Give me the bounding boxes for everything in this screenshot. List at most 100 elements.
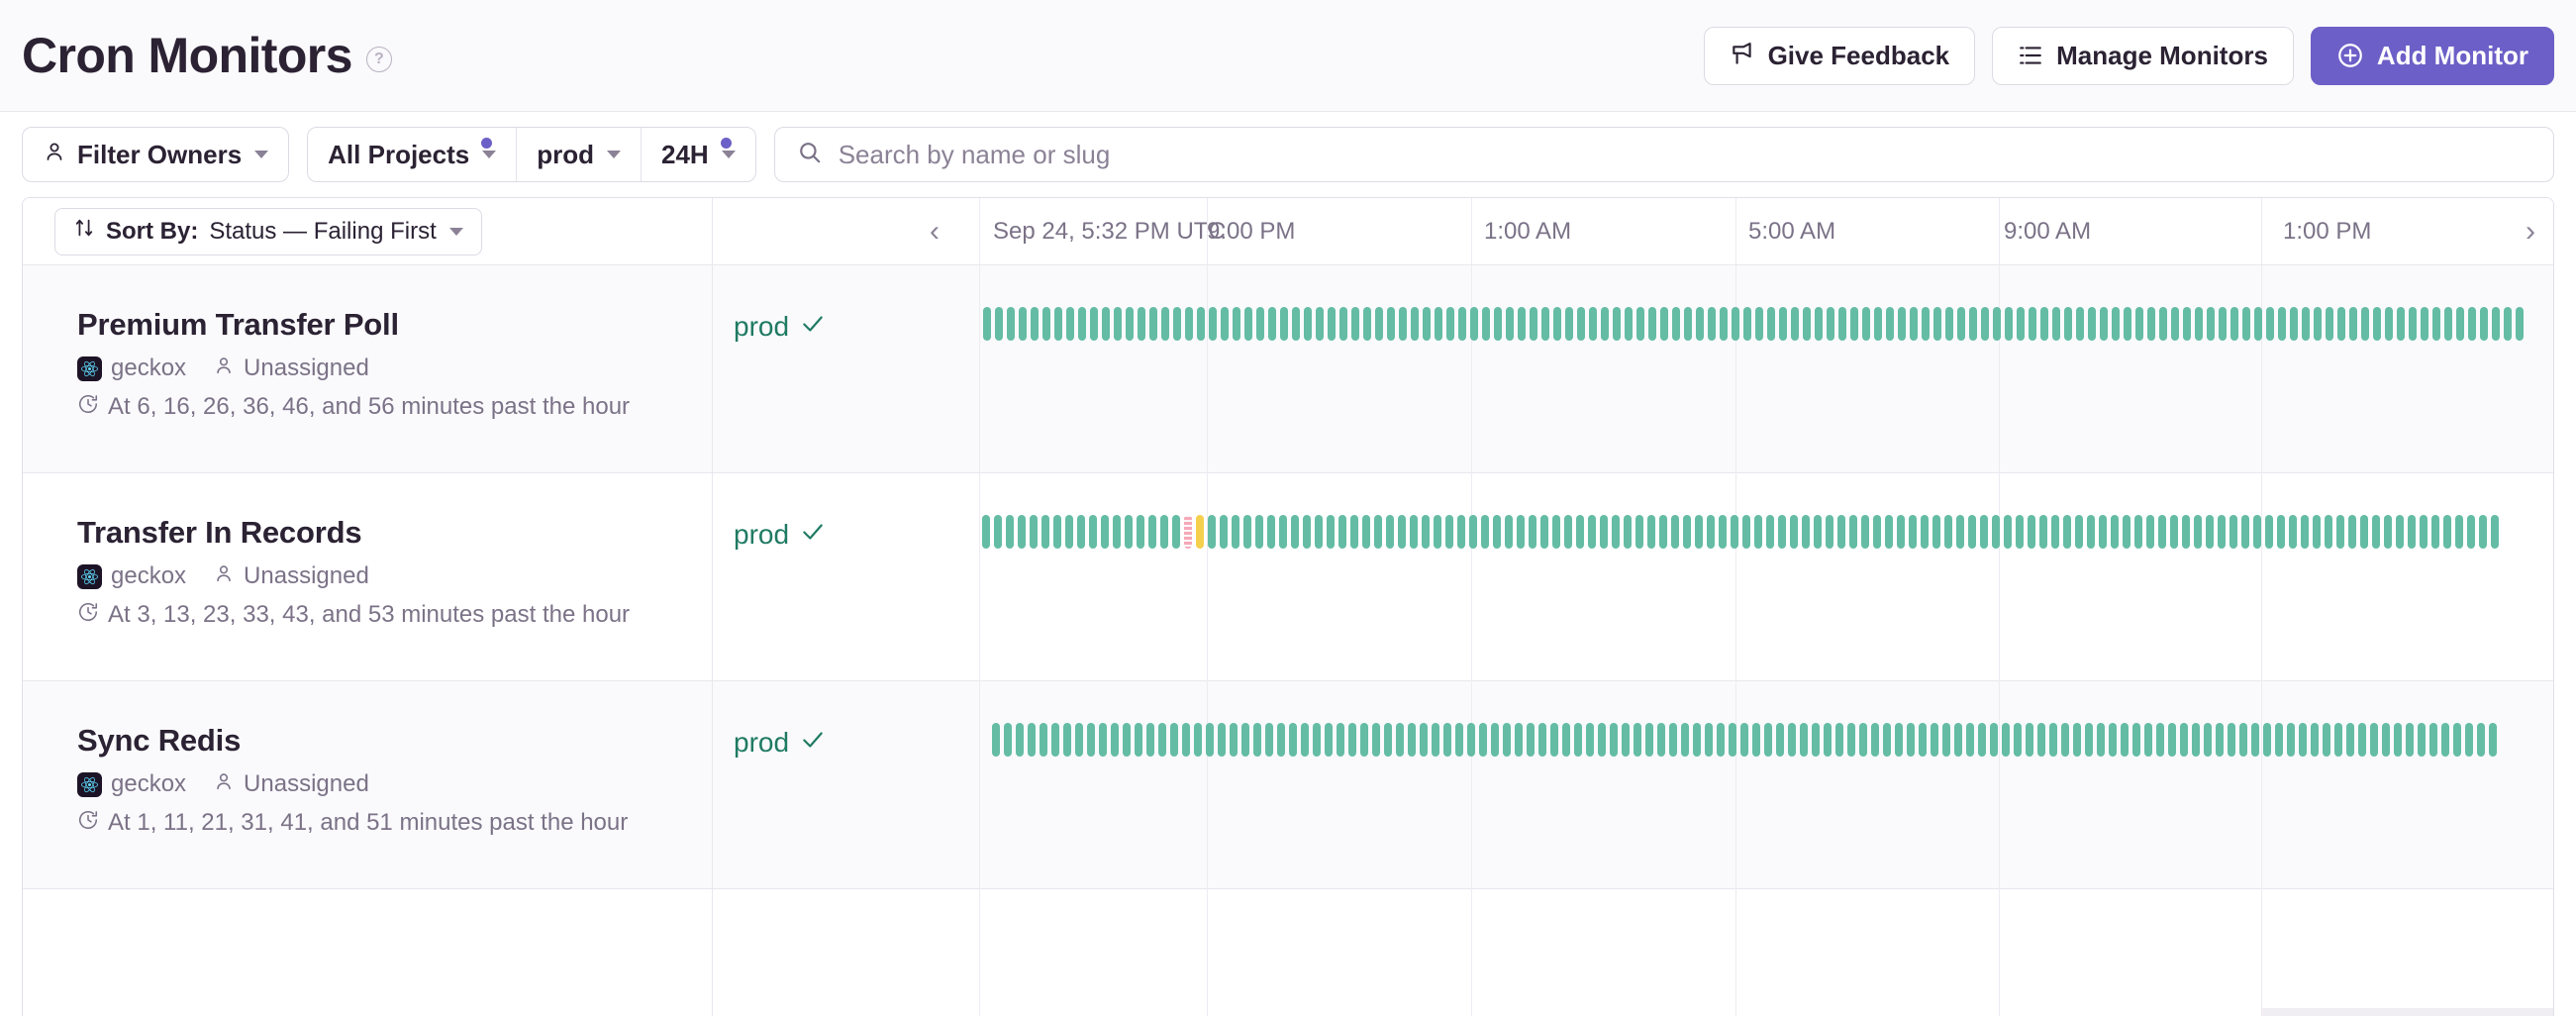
checkin-bar[interactable] xyxy=(2028,515,2035,549)
checkin-bar[interactable] xyxy=(1540,515,1548,549)
checkin-bar[interactable] xyxy=(1669,723,1677,757)
checkin-bar[interactable] xyxy=(1387,307,1395,341)
checkin-bar[interactable] xyxy=(1018,515,1026,549)
checkin-bar[interactable] xyxy=(1752,723,1760,757)
checkin-bar[interactable] xyxy=(1564,515,1572,549)
checkin-bar[interactable] xyxy=(1422,515,1430,549)
checkin-bar[interactable] xyxy=(2230,307,2238,341)
checkin-bar[interactable] xyxy=(1411,307,1419,341)
checkin-bar[interactable] xyxy=(1053,515,1061,549)
checkin-timeline[interactable] xyxy=(992,723,2553,757)
checkin-bar[interactable] xyxy=(1636,307,1644,341)
checkin-bar[interactable] xyxy=(1435,307,1442,341)
checkin-bar[interactable] xyxy=(1443,723,1451,757)
checkin-bar[interactable] xyxy=(1517,515,1525,549)
checkin-bar[interactable] xyxy=(1909,515,1917,549)
checkin-bar[interactable] xyxy=(1233,307,1240,341)
checkin-bar[interactable] xyxy=(1954,723,1962,757)
checkin-bar[interactable] xyxy=(1588,515,1596,549)
checkin-bar[interactable] xyxy=(1445,515,1453,549)
monitor-name[interactable]: Premium Transfer Poll xyxy=(77,307,734,343)
checkin-bar[interactable] xyxy=(2123,515,2130,549)
checkin-bar[interactable] xyxy=(1268,307,1276,341)
checkin-bar[interactable] xyxy=(2468,307,2476,341)
checkin-bar[interactable] xyxy=(1244,307,1252,341)
checkin-bar[interactable] xyxy=(1660,307,1668,341)
checkin-bar[interactable] xyxy=(1304,307,1312,341)
checkin-bar[interactable] xyxy=(1826,515,1833,549)
checkin-bar[interactable] xyxy=(1137,515,1144,549)
give-feedback-button[interactable]: Give Feedback xyxy=(1703,26,1976,85)
checkin-bar[interactable] xyxy=(2372,515,2380,549)
checkin-bar[interactable] xyxy=(1610,723,1618,757)
checkin-bar[interactable] xyxy=(1859,723,1867,757)
checkin-bar[interactable] xyxy=(2266,307,2274,341)
checkin-bar[interactable] xyxy=(1978,723,1986,757)
checkin-bar[interactable] xyxy=(2097,723,2105,757)
checkin-bar[interactable] xyxy=(2159,307,2167,341)
checkin-bar[interactable] xyxy=(1956,515,1964,549)
checkin-bar[interactable] xyxy=(1635,515,1643,549)
checkin-bar[interactable] xyxy=(1292,307,1300,341)
checkin-bar[interactable] xyxy=(1325,723,1333,757)
checkin-bar[interactable] xyxy=(1220,515,1228,549)
checkin-bar[interactable] xyxy=(2241,515,2249,549)
checkin-bar[interactable] xyxy=(1622,723,1630,757)
checkin-bar[interactable] xyxy=(1348,723,1356,757)
checkin-bar[interactable] xyxy=(1375,307,1383,341)
checkin-bar[interactable] xyxy=(2017,307,2025,341)
checkin-bar[interactable] xyxy=(983,307,991,341)
checkin-bar[interactable] xyxy=(2396,515,2404,549)
checkin-bar[interactable] xyxy=(1754,515,1762,549)
checkin-bar[interactable] xyxy=(2382,723,2390,757)
checkin-timeline[interactable] xyxy=(982,515,2553,549)
checkin-bar[interactable] xyxy=(1316,307,1324,341)
checkin-bar[interactable] xyxy=(2358,723,2366,757)
checkin-bar[interactable] xyxy=(1708,307,1716,341)
checkin-bar[interactable] xyxy=(1328,307,1336,341)
checkin-bar[interactable] xyxy=(1990,723,1998,757)
checkin-bar[interactable] xyxy=(1339,307,1347,341)
checkin-bar[interactable] xyxy=(2026,723,2033,757)
checkin-bar[interactable] xyxy=(2112,307,2120,341)
checkin-bar[interactable] xyxy=(1160,515,1168,549)
checkin-bar[interactable] xyxy=(2443,515,2451,549)
checkin-bar[interactable] xyxy=(2029,307,2036,341)
checkin-bar[interactable] xyxy=(1077,515,1085,549)
checkin-bar[interactable] xyxy=(1969,307,1977,341)
checkin-bar[interactable] xyxy=(2194,515,2202,549)
checkin-bar[interactable] xyxy=(1135,723,1142,757)
checkin-bar[interactable] xyxy=(2277,515,2285,549)
checkin-bar[interactable] xyxy=(1230,723,1238,757)
checkin-bar[interactable] xyxy=(1850,307,1858,341)
checkin-bar[interactable] xyxy=(1576,515,1584,549)
checkin-bar[interactable] xyxy=(2385,307,2393,341)
monitor-name[interactable]: Sync Redis xyxy=(77,723,734,759)
checkin-bar[interactable] xyxy=(1173,307,1181,341)
checkin-bar[interactable] xyxy=(1338,515,1346,549)
checkin-bar[interactable] xyxy=(1102,307,1110,341)
filter-owners-segment[interactable]: Filter Owners xyxy=(23,128,288,181)
checkin-bar[interactable] xyxy=(1362,515,1370,549)
checkin-bar[interactable] xyxy=(1054,307,1062,341)
checkin-bar[interactable] xyxy=(1895,723,1903,757)
checkin-bar[interactable] xyxy=(1099,723,1107,757)
monitor-row[interactable] xyxy=(23,889,2553,1016)
checkin-bar[interactable] xyxy=(1767,307,1775,341)
checkin-bar[interactable] xyxy=(1600,515,1608,549)
checkin-bar[interactable] xyxy=(1907,723,1915,757)
checkin-bar[interactable] xyxy=(1206,723,1214,757)
checkin-bar[interactable] xyxy=(1552,515,1560,549)
checkin-bar[interactable] xyxy=(1360,723,1368,757)
checkin-bar[interactable] xyxy=(2290,307,2298,341)
checkin-bar[interactable] xyxy=(1696,307,1704,341)
checkin-bar[interactable] xyxy=(1051,723,1059,757)
project-name[interactable]: geckox xyxy=(111,355,186,382)
checkin-bar[interactable] xyxy=(1089,515,1097,549)
project-name[interactable]: geckox xyxy=(111,562,186,590)
checkin-bar[interactable] xyxy=(1399,307,1407,341)
checkin-bar[interactable] xyxy=(2349,307,2357,341)
checkin-bar[interactable] xyxy=(2183,307,2191,341)
checkin-bar[interactable] xyxy=(2265,515,2273,549)
checkin-bar[interactable] xyxy=(1350,515,1358,549)
